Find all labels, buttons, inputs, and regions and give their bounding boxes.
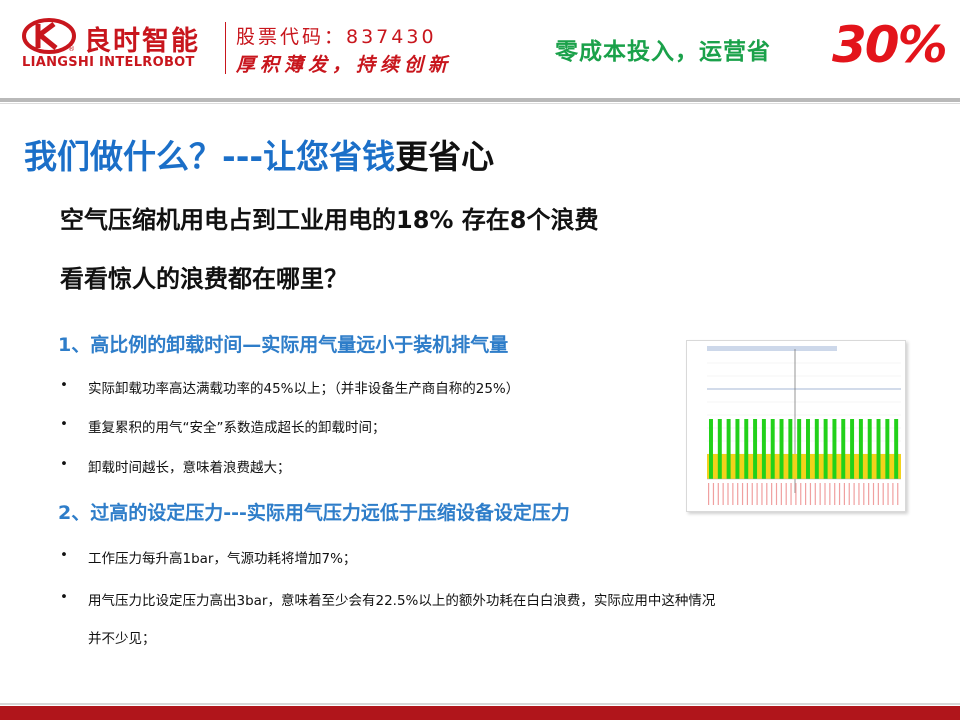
chart-spike <box>779 419 784 479</box>
chart-tick-label <box>824 483 826 505</box>
chart-tick-label <box>780 483 782 505</box>
chart-tick-label <box>766 483 768 505</box>
load-chart-image <box>686 340 906 512</box>
chart-tick-label <box>795 483 797 505</box>
chart-tick-label <box>746 483 748 505</box>
chart-tick-label <box>727 483 729 505</box>
chart-spike <box>717 419 722 479</box>
brand-name-en: LIANGSHI INTELROBOT <box>22 55 195 70</box>
chart-tick-label <box>877 483 879 505</box>
bullet-dot: • <box>60 377 68 393</box>
chart-tick-label <box>722 483 724 505</box>
chart-spike <box>832 419 837 479</box>
company-slogan: 厚积薄发，持续创新 <box>236 54 453 76</box>
chart-tick-label <box>819 483 821 505</box>
chart-tick-label <box>771 483 773 505</box>
chart-spike <box>850 419 855 479</box>
chart-spike <box>858 419 863 479</box>
chart-tick-label <box>843 483 845 505</box>
chart-tick-label <box>848 483 850 505</box>
chart-tick-label <box>814 483 816 505</box>
promo-number: 30% <box>832 16 948 74</box>
bullet-text: 工作压力每升高1bar，气源功耗将增加7%； <box>88 551 357 567</box>
chart-spike <box>726 419 731 479</box>
title-part2: 更省心 <box>395 137 495 176</box>
chart-tick-label <box>741 483 744 505</box>
bullet-dot: • <box>60 456 68 472</box>
chart-tick-label <box>775 483 778 505</box>
company-logo: ® 良时智能 LIANGSHI INTELROBOT <box>22 18 222 78</box>
subtitle-question: 看看惊人的浪费都在哪里？ <box>60 265 348 293</box>
footer-rule <box>0 703 960 705</box>
svg-text:®: ® <box>68 45 75 53</box>
chart-tick-label <box>892 483 894 505</box>
chart-spike <box>761 419 766 479</box>
stock-code: 股票代码：837430 <box>236 26 437 48</box>
chart-spike <box>709 419 713 479</box>
header-rule-thin <box>0 103 960 104</box>
bullet-dot: • <box>60 416 68 432</box>
title-part1: 我们做什么？---让您 <box>24 137 330 176</box>
chart-tick-label <box>809 483 812 505</box>
chart-tick-label <box>805 483 807 505</box>
header-rule <box>0 98 960 102</box>
chart-tick-label <box>868 483 870 505</box>
chart-spike <box>770 419 775 479</box>
chart-spike <box>806 419 810 479</box>
chart-tick-label <box>838 483 841 505</box>
bullet-dot: • <box>60 547 68 563</box>
header-divider <box>225 22 226 74</box>
chart-tick-label <box>785 483 787 505</box>
chart-spike <box>814 419 819 479</box>
chart-tick-label <box>858 483 860 505</box>
chart-spike <box>753 419 758 479</box>
chart-tick-label <box>756 483 758 505</box>
bullet-text: 卸载时间越长，意味着浪费越大； <box>88 460 291 476</box>
chart-tick-label <box>732 483 734 505</box>
section1-heading: 1、高比例的卸载时间—实际用气量远小于装机排气量 <box>58 334 509 356</box>
chart-tick-label <box>737 483 739 505</box>
brand-name-cn: 良时智能 <box>84 26 200 57</box>
chart-tick-label <box>887 483 889 505</box>
bullet-text: 用气压力比设定压力高出3bar，意味着至少会有22.5%以上的额外功耗在白白浪费… <box>88 593 716 609</box>
chart-caption-strip <box>707 346 837 351</box>
chart-spike <box>894 419 899 479</box>
chart-tick-label <box>790 483 792 505</box>
chart-spike <box>841 419 846 479</box>
chart-tick-label <box>897 483 899 505</box>
section2-heading: 2、过高的设定压力---实际用气压力远低于压缩设备设定压力 <box>58 502 570 524</box>
bullet-continuation: 并不少见； <box>88 631 156 647</box>
chart-tick-label <box>872 483 875 505</box>
chart-tick-label <box>800 483 802 505</box>
chart-spike <box>867 419 872 479</box>
chart-spike <box>797 419 802 479</box>
bullet-text: 实际卸载功率高达满载功率的45%以上；（并非设备生产商自称的25%） <box>88 381 520 397</box>
footer-bar <box>0 706 960 720</box>
chart-tick-label <box>761 483 763 505</box>
chart-tick-label <box>751 483 753 505</box>
chart-tick-label <box>863 483 865 505</box>
subtitle-stat: 空气压缩机用电占到工业用电的18% 存在8个浪费 <box>60 206 599 234</box>
chart-tick-label <box>882 483 884 505</box>
title-highlight: 省钱 <box>329 137 396 176</box>
promo-text: 零成本投入，运营省 <box>555 39 771 65</box>
header: ® 良时智能 LIANGSHI INTELROBOT 股票代码：837430 厚… <box>0 0 960 96</box>
page-title: 我们做什么？---让您省钱更省心 <box>24 130 494 178</box>
chart-tick-label <box>717 483 719 505</box>
chart-spike <box>876 419 881 479</box>
logo-emblem-icon: ® <box>22 18 76 54</box>
chart-tick-label <box>708 483 710 505</box>
chart-tick-label <box>834 483 836 505</box>
chart-spike <box>885 419 890 479</box>
load-chart-svg <box>687 341 905 511</box>
chart-spike <box>823 419 828 479</box>
bullet-text: 重复累积的用气“安全”系数造成超长的卸载时间； <box>88 420 386 436</box>
bullet-dot: • <box>60 589 68 605</box>
chart-spike <box>735 419 740 479</box>
chart-spike <box>788 419 793 479</box>
chart-tick-label <box>853 483 855 505</box>
chart-tick-label <box>829 483 831 505</box>
chart-spike <box>744 419 749 479</box>
chart-tick-label <box>712 483 715 505</box>
